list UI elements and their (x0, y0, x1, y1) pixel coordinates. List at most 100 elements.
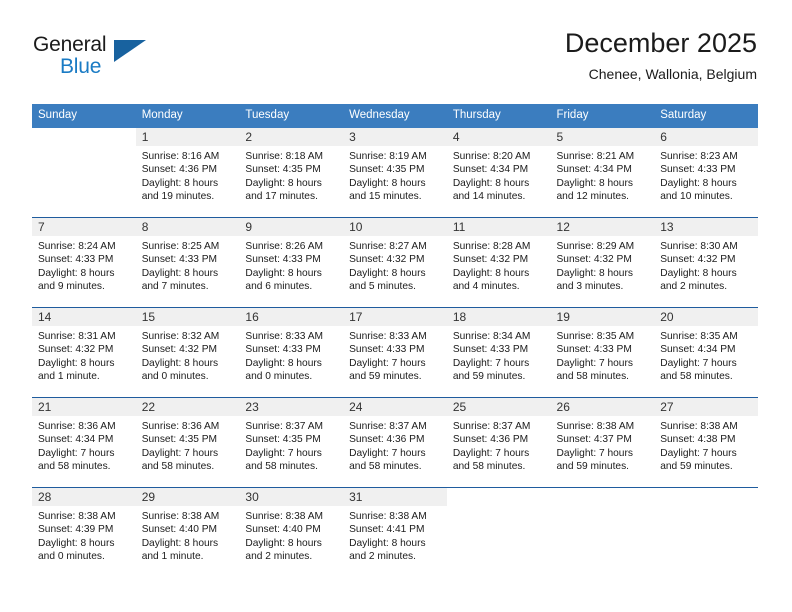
day-detail-line: Sunrise: 8:20 AM (452, 151, 531, 162)
day-number: 18 (446, 308, 551, 326)
day-details: Sunrise: 8:37 AM Sunset: 4:36 PM Daylight:… (447, 416, 551, 474)
day-number: 12 (550, 218, 655, 236)
calendar-day-cell[interactable]: 22 Sunrise: 8:36 AM Sunset: 4:35 PM Dayligh… (135, 397, 240, 488)
day-details: Sunrise: 8:24 AM Sunset: 4:33 PM Daylight:… (32, 236, 136, 294)
page-title: December 2025 (564, 28, 757, 58)
day-cell-inner: 5 Sunrise: 8:21 AM Sunset: 4:34 PM Daylight… (550, 128, 655, 217)
calendar-day-cell[interactable]: 29 Sunrise: 8:38 AM Sunset: 4:40 PM Dayligh… (135, 487, 240, 577)
day-detail-line: Sunset: 4:40 PM (141, 524, 218, 536)
day-detail-line: Sunrise: 8:18 AM (245, 151, 323, 162)
day-details (447, 506, 551, 510)
calendar-day-cell[interactable]: 7 Sunrise: 8:24 AM Sunset: 4:33 PM Daylight… (32, 217, 136, 308)
calendar-day-cell[interactable]: 20 Sunrise: 8:35 AM Sunset: 4:34 PM Dayligh… (654, 307, 758, 398)
day-details: Sunrise: 8:38 AM Sunset: 4:37 PM Daylight:… (551, 416, 655, 474)
day-details: Sunrise: 8:25 AM Sunset: 4:33 PM Daylight:… (136, 236, 240, 294)
calendar-day-cell[interactable]: 6 Sunrise: 8:23 AM Sunset: 4:33 PM Daylight… (654, 128, 758, 218)
calendar-day-cell[interactable]: 1 Sunrise: 8:16 AM Sunset: 4:36 PM Daylight… (135, 128, 240, 218)
day-cell-inner: 13 Sunrise: 8:30 AM Sunset: 4:32 PM Dayligh… (654, 218, 758, 307)
calendar-day-cell[interactable]: 18 Sunrise: 8:34 AM Sunset: 4:33 PM Dayligh… (446, 307, 551, 398)
day-cell-inner: 31 Sunrise: 8:38 AM Sunset: 4:41 PM Dayligh… (343, 488, 447, 577)
calendar-day-cell[interactable]: 14 Sunrise: 8:31 AM Sunset: 4:32 PM Dayligh… (32, 307, 136, 398)
day-detail-line: and 6 minutes. (245, 281, 313, 293)
calendar-day-cell[interactable]: 31 Sunrise: 8:38 AM Sunset: 4:41 PM Dayligh… (343, 487, 447, 577)
day-details: Sunrise: 8:36 AM Sunset: 4:34 PM Daylight:… (32, 416, 136, 474)
day-detail-line: and 4 minutes. (452, 281, 520, 293)
calendar-week-row: 14 Sunrise: 8:31 AM Sunset: 4:32 PM Dayligh… (32, 307, 758, 398)
day-detail-line: Sunset: 4:35 PM (349, 164, 425, 176)
day-number: 20 (654, 308, 758, 326)
day-detail-line: Sunset: 4:33 PM (556, 344, 632, 356)
day-number: 11 (446, 218, 551, 236)
calendar-day-cell[interactable]: 11 Sunrise: 8:28 AM Sunset: 4:32 PM Dayligh… (446, 217, 551, 308)
calendar-day-cell[interactable]: 25 Sunrise: 8:37 AM Sunset: 4:36 PM Dayligh… (446, 397, 551, 488)
day-cell-inner: 25 Sunrise: 8:37 AM Sunset: 4:36 PM Dayligh… (446, 398, 551, 487)
day-cell-inner: 28 Sunrise: 8:38 AM Sunset: 4:39 PM Dayligh… (32, 488, 136, 577)
calendar-day-cell[interactable]: 10 Sunrise: 8:27 AM Sunset: 4:32 PM Dayligh… (343, 217, 447, 308)
day-number: 31 (343, 488, 447, 506)
day-details (32, 146, 136, 150)
day-detail-line: Daylight: 7 hours (38, 447, 115, 459)
day-details: Sunrise: 8:38 AM Sunset: 4:40 PM Daylight:… (239, 506, 343, 564)
day-number: 2 (239, 128, 344, 146)
calendar-day-cell[interactable]: 26 Sunrise: 8:38 AM Sunset: 4:37 PM Dayligh… (550, 397, 655, 488)
day-detail-line: and 14 minutes. (452, 191, 526, 203)
day-detail-line: Sunset: 4:32 PM (38, 344, 114, 356)
day-cell-inner: 17 Sunrise: 8:33 AM Sunset: 4:33 PM Dayligh… (343, 308, 447, 397)
weekday-header-thursday: Thursday (446, 104, 551, 128)
day-detail-line: Sunrise: 8:38 AM (245, 511, 323, 522)
day-detail-line: and 10 minutes. (660, 191, 733, 203)
day-number: 10 (343, 218, 447, 236)
calendar-day-cell[interactable]: 16 Sunrise: 8:33 AM Sunset: 4:33 PM Dayligh… (239, 307, 344, 398)
calendar-day-cell[interactable]: 13 Sunrise: 8:30 AM Sunset: 4:32 PM Dayligh… (654, 217, 758, 308)
day-detail-line: and 58 minutes. (245, 461, 318, 473)
day-detail-line: Daylight: 7 hours (660, 447, 737, 459)
general-blue-logo[interactable]: General Blue (33, 33, 163, 81)
calendar-day-cell[interactable]: 2 Sunrise: 8:18 AM Sunset: 4:35 PM Daylight… (239, 128, 344, 218)
calendar-day-cell[interactable]: 23 Sunrise: 8:37 AM Sunset: 4:35 PM Dayligh… (239, 397, 344, 488)
calendar-day-cell[interactable]: 12 Sunrise: 8:29 AM Sunset: 4:32 PM Dayligh… (550, 217, 655, 308)
day-detail-line: Sunset: 4:33 PM (349, 344, 425, 356)
day-detail-line: and 58 minutes. (141, 461, 215, 473)
day-cell-inner: 3 Sunrise: 8:19 AM Sunset: 4:35 PM Daylight… (343, 128, 447, 217)
day-number: 8 (135, 218, 240, 236)
day-number: 1 (135, 128, 240, 146)
day-detail-line: Sunrise: 8:36 AM (38, 421, 116, 432)
calendar-day-cell[interactable]: 27 Sunrise: 8:38 AM Sunset: 4:38 PM Dayligh… (654, 397, 758, 488)
calendar-day-cell[interactable]: 9 Sunrise: 8:26 AM Sunset: 4:33 PM Daylight… (239, 217, 344, 308)
calendar-day-cell[interactable]: 28 Sunrise: 8:38 AM Sunset: 4:39 PM Dayligh… (32, 487, 136, 577)
day-detail-line: Sunset: 4:33 PM (245, 254, 321, 266)
day-detail-line: Sunrise: 8:35 AM (556, 331, 635, 342)
day-details: Sunrise: 8:37 AM Sunset: 4:36 PM Daylight:… (343, 416, 447, 474)
day-cell-inner: 15 Sunrise: 8:32 AM Sunset: 4:32 PM Dayligh… (135, 308, 240, 397)
weekday-header-monday: Monday (135, 104, 240, 128)
day-detail-line: and 0 minutes. (38, 551, 105, 563)
day-number: 28 (32, 488, 136, 506)
calendar-day-cell[interactable]: 17 Sunrise: 8:33 AM Sunset: 4:33 PM Dayligh… (343, 307, 447, 398)
day-detail-line: and 58 minutes. (38, 461, 111, 473)
day-number: 30 (239, 488, 344, 506)
calendar-day-cell[interactable]: 19 Sunrise: 8:35 AM Sunset: 4:33 PM Dayligh… (550, 307, 655, 398)
calendar-day-cell[interactable]: 3 Sunrise: 8:19 AM Sunset: 4:35 PM Daylight… (343, 128, 447, 218)
calendar-day-cell[interactable]: 30 Sunrise: 8:38 AM Sunset: 4:40 PM Dayligh… (239, 487, 344, 577)
day-detail-line: Sunrise: 8:35 AM (660, 331, 738, 342)
day-details: Sunrise: 8:33 AM Sunset: 4:33 PM Daylight:… (239, 326, 343, 384)
day-detail-line: and 59 minutes. (660, 461, 733, 473)
calendar-day-cell[interactable]: 15 Sunrise: 8:32 AM Sunset: 4:32 PM Dayligh… (135, 307, 240, 398)
day-detail-line: Sunrise: 8:21 AM (556, 151, 635, 162)
day-detail-line: Sunset: 4:34 PM (660, 344, 736, 356)
calendar-day-cell[interactable]: 4 Sunrise: 8:20 AM Sunset: 4:34 PM Daylight… (446, 128, 551, 218)
day-details: Sunrise: 8:16 AM Sunset: 4:36 PM Daylight:… (136, 146, 240, 204)
day-cell-inner: 20 Sunrise: 8:35 AM Sunset: 4:34 PM Dayligh… (654, 308, 758, 397)
calendar-day-cell[interactable]: 24 Sunrise: 8:37 AM Sunset: 4:36 PM Dayligh… (343, 397, 447, 488)
calendar-day-cell[interactable]: 5 Sunrise: 8:21 AM Sunset: 4:34 PM Daylight… (550, 128, 655, 218)
day-detail-line: Sunrise: 8:38 AM (556, 421, 635, 432)
day-cell-inner: 22 Sunrise: 8:36 AM Sunset: 4:35 PM Dayligh… (135, 398, 240, 487)
calendar-day-cell[interactable]: 21 Sunrise: 8:36 AM Sunset: 4:34 PM Dayligh… (32, 397, 136, 488)
day-number: 29 (135, 488, 240, 506)
day-details: Sunrise: 8:33 AM Sunset: 4:33 PM Daylight:… (343, 326, 447, 384)
day-details: Sunrise: 8:34 AM Sunset: 4:33 PM Daylight:… (447, 326, 551, 384)
day-number: 17 (343, 308, 447, 326)
calendar-day-cell[interactable]: 8 Sunrise: 8:25 AM Sunset: 4:33 PM Daylight… (135, 217, 240, 308)
day-details: Sunrise: 8:19 AM Sunset: 4:35 PM Daylight:… (343, 146, 447, 204)
day-detail-line: Daylight: 8 hours (349, 177, 426, 189)
